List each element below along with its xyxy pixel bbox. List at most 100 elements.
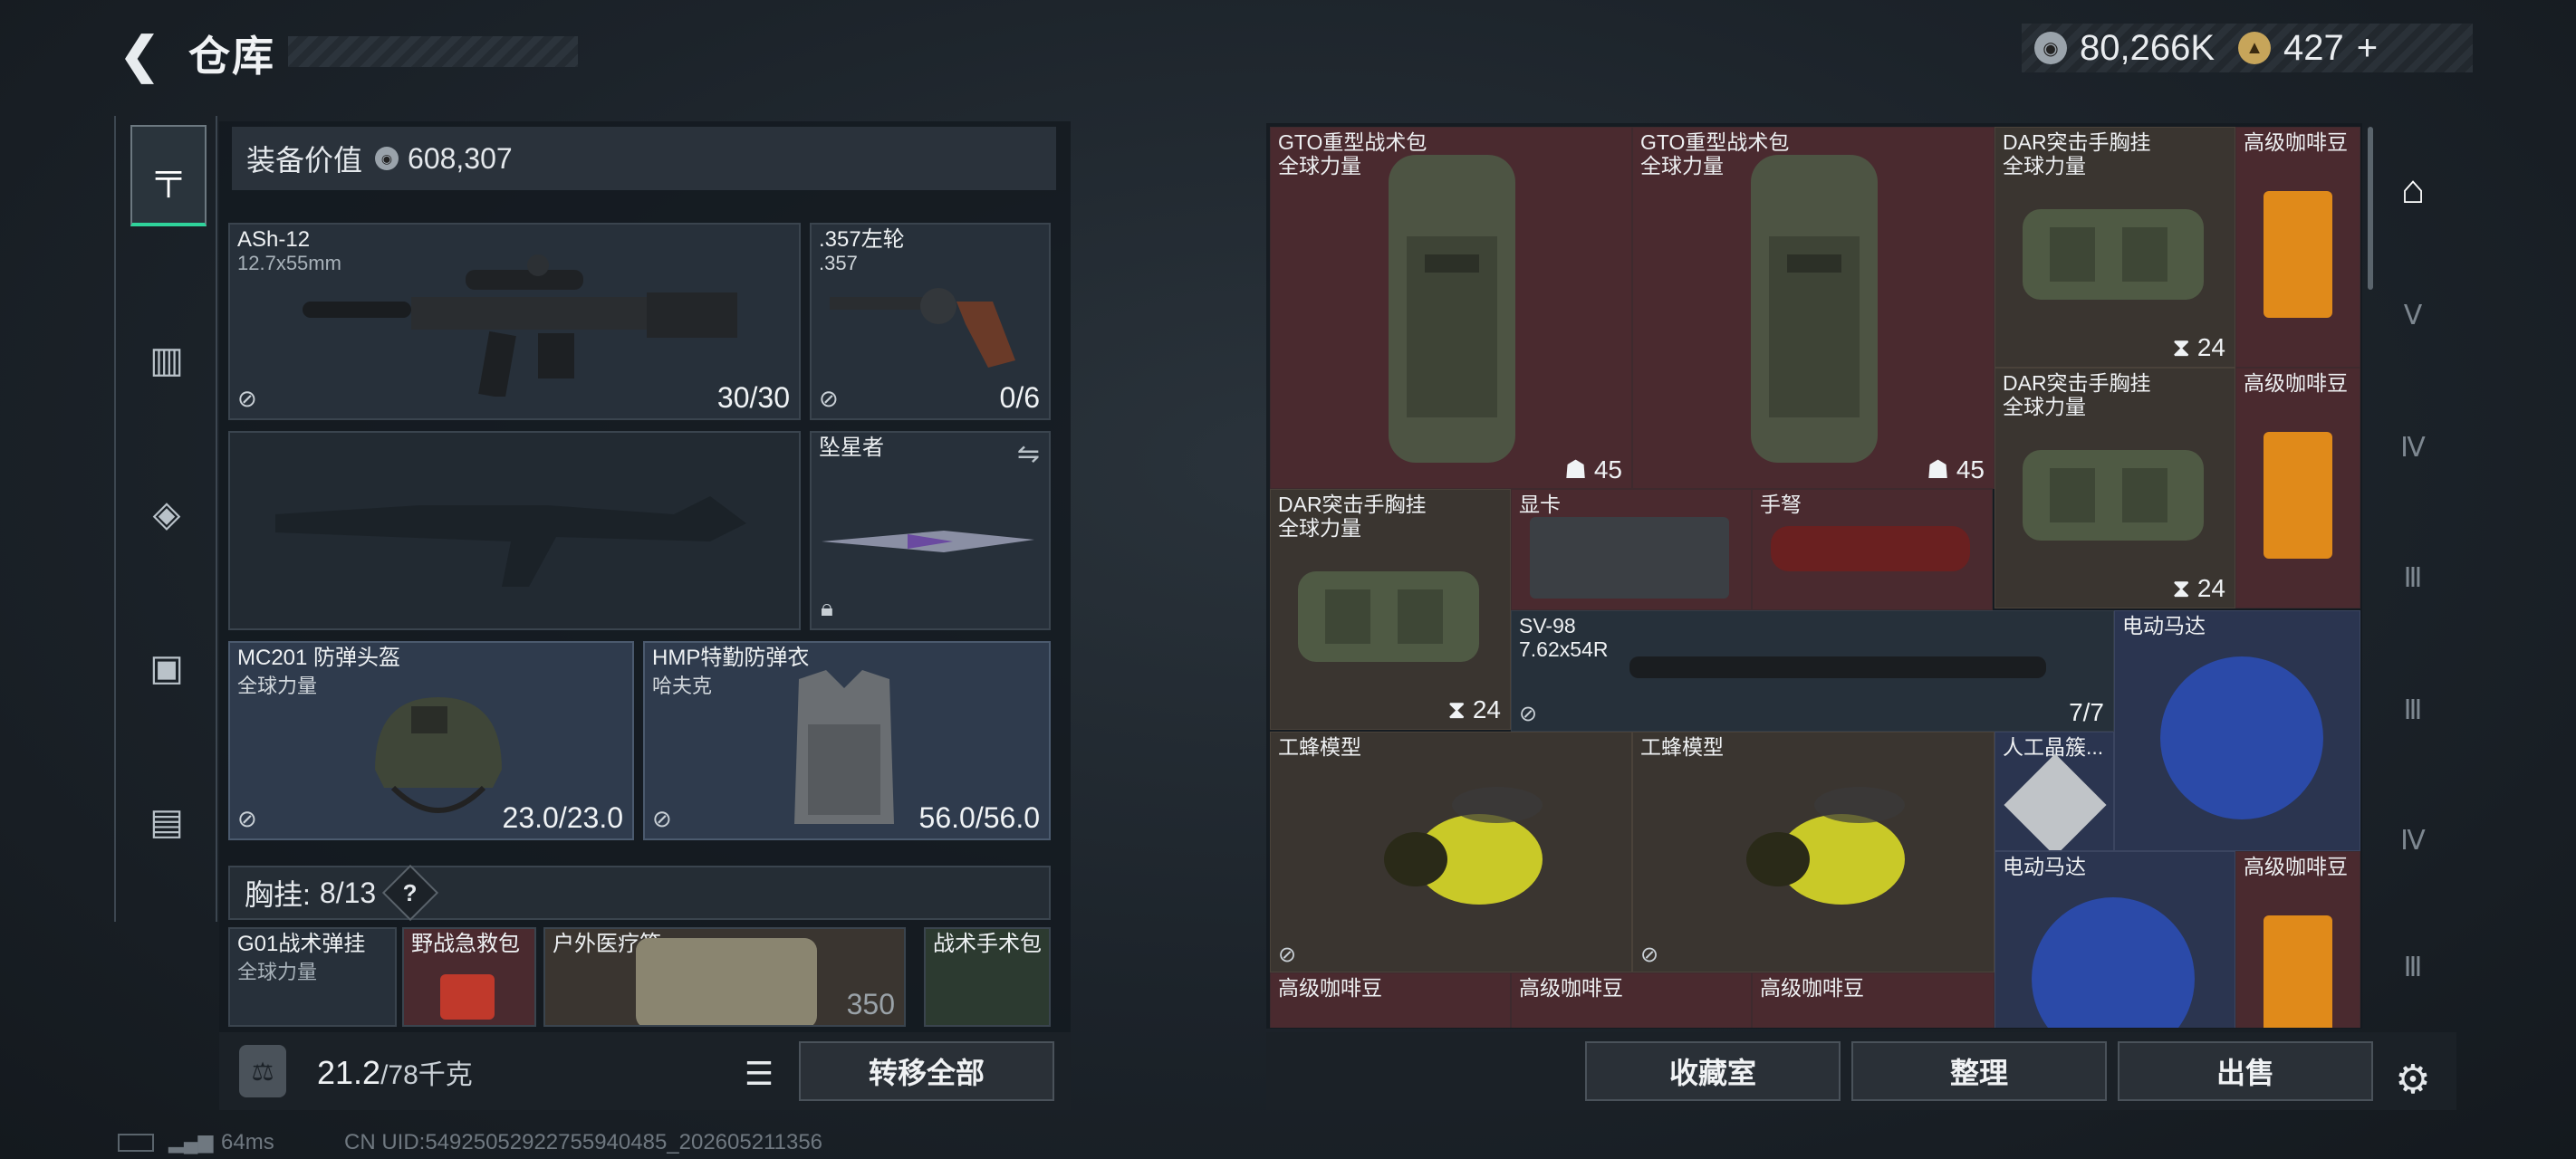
armor-slot[interactable]: HMP特勤防弹衣 哈夫克 ⊘ 56.0/56.0 [643,641,1051,840]
stash-tab-iii[interactable]: Ⅲ [2384,549,2442,607]
item-count: ⧗ 24 [2172,574,2225,602]
item-name: 高级咖啡豆 [2244,855,2348,878]
stash-tab-iv-b[interactable]: Ⅳ [2384,811,2442,869]
rail-case-tab[interactable]: ▣ [130,632,203,704]
stash-item[interactable]: 显卡 [1511,489,1752,610]
ammo-count: 7/7 [2069,698,2104,726]
item-name: 高级咖啡豆 [1760,976,1864,1000]
item-name: 高级咖啡豆 [1278,976,1382,1000]
first-aid-kit-image [440,974,495,1020]
slot-item-faction: 哈夫克 [652,675,713,697]
stash-tabs-rail: ⌂ Ⅴ Ⅳ Ⅲ Ⅲ Ⅳ Ⅲ ⚙ [2366,123,2456,1110]
stash-tab-iii-b[interactable]: Ⅲ [2384,681,2442,739]
knife-image [822,531,1034,552]
stash-item[interactable]: 工蜂模型 ⊘ [1270,732,1632,972]
rig-item[interactable]: 户外医疗箱 350 [543,927,906,1027]
stash-tab-iii-c[interactable]: Ⅲ [2384,938,2442,996]
stash-tab-v[interactable]: Ⅴ [2384,286,2442,344]
crystal-image [2004,753,2107,850]
stash-tab-main[interactable]: ⌂ [2384,161,2442,219]
stash-item[interactable]: GTO重型战术包 全球力量 ☗ 45 [1632,127,1994,489]
battery-icon [118,1134,154,1152]
revolver-image [830,288,1015,368]
stash-item[interactable]: 电动马达 [2114,610,2360,851]
stash-item[interactable]: 高级咖啡豆 [2235,851,2360,1028]
stash-item[interactable]: 高级咖啡豆 [2235,127,2360,368]
item-name: 工蜂模型 [1640,735,1724,759]
sort-button[interactable]: 整理 [1851,1041,2107,1101]
rail-vest-tab[interactable]: ▥ [130,324,203,397]
rig-item[interactable]: G01战术弹挂 全球力量 [228,927,397,1027]
item-faction: 全球力量 [2003,395,2086,418]
stash-item[interactable]: DAR突击手胸挂 全球力量 ⧗ 24 [1270,489,1511,730]
gpu-image [1530,517,1729,599]
stash-item[interactable]: 高级咖啡豆 [2235,368,2360,608]
stash-item[interactable]: GTO重型战术包 全球力量 ☗ 45 [1270,127,1632,489]
gold-amount: 427 [2283,27,2344,68]
silver-amount: 80,266K [2080,27,2216,68]
weight-current: 21.2 [317,1054,381,1091]
back-button[interactable]: ❮ [112,27,167,82]
currency-bar: ◉ 80,266K ▲ 427 + [2022,24,2473,72]
crossbow-image [1771,526,1970,571]
stash-item[interactable]: 人工晶簇... [1994,732,2114,851]
weight-readout: 21.2/78千克 [317,1052,473,1092]
stash-item[interactable]: 高级咖啡豆 [1270,972,1511,1028]
item-name: 手弩 [1760,493,1802,516]
equipment-value: 608,307 [408,141,513,175]
stash-item[interactable]: 电动马达 [1994,851,2235,1028]
melee-slot[interactable]: 坠星者 ⇋ 🔒︎ [810,431,1051,630]
item-count: ☗ 45 [1563,455,1622,484]
rail-toolbox-tab[interactable]: ▤ [130,786,203,858]
ping-readout: 64ms [221,1130,274,1154]
stash-item[interactable]: 高级咖啡豆 [1511,972,1752,1028]
stash-item[interactable]: SV-98 7.62x54R ⊘ 7/7 [1511,610,2114,732]
swap-icon[interactable]: ⇋ [1017,438,1040,470]
item-faction: 全球力量 [1278,154,1361,177]
stash-item[interactable]: DAR突击手胸挂 全球力量 ⧗ 24 [1994,368,2235,608]
rig-item-name: 战术手术包 [933,932,1042,956]
collection-room-button[interactable]: 收藏室 [1585,1041,1841,1101]
rail-backpack-tab[interactable]: ◈ [130,478,203,551]
list-view-button[interactable]: ☰ [732,1050,786,1097]
primary-weapon-slot[interactable]: ASh-12 12.7x55mm ⊘ 30/30 [228,223,801,420]
slot-item-name: MC201 防弹头盔 [237,646,401,670]
helmet-slot[interactable]: MC201 防弹头盔 全球力量 ⊘ 23.0/23.0 [228,641,634,840]
no-insure-icon: ⊘ [819,385,839,412]
transfer-all-button[interactable]: 转移全部 [799,1041,1054,1101]
motor-image [2032,897,2195,1028]
sidearm-slot[interactable]: .357左轮 .357 ⊘ 0/6 [810,223,1051,420]
rig-item[interactable]: 野战急救包 [402,927,536,1027]
stash-item[interactable]: 高级咖啡豆 [1752,972,1994,1028]
tier-iv-icon: Ⅳ [2400,825,2426,856]
rig-item-count: 350 [846,988,895,1020]
slot-item-faction: 全球力量 [237,675,318,697]
silver-coin-icon: ◉ [2034,32,2067,64]
tier-iv-icon: Ⅳ [2400,432,2426,463]
item-count: ⧗ 24 [1447,695,1501,723]
help-button[interactable]: ? [382,864,439,922]
equipment-value-bar: 装备价值 ◉ 608,307 [232,127,1056,190]
chest-rig-image [1298,571,1479,662]
no-insure-icon: ⊘ [1519,702,1538,726]
item-count: ⧗ 24 [2172,333,2225,361]
durability: 23.0/23.0 [502,801,623,834]
equipment-value-label: 装备价值 [246,144,363,177]
add-currency-button[interactable]: + [2357,28,2378,69]
stash-item[interactable]: 工蜂模型 ⊘ [1632,732,1994,972]
stash-item[interactable]: 手弩 [1752,489,1993,610]
item-name: 高级咖啡豆 [2244,130,2348,154]
ammo-count: 0/6 [999,381,1040,414]
stash-item[interactable]: DAR突击手胸挂 全球力量 ⧗ 24 [1994,127,2235,368]
coffee-bag-image [2264,915,2332,1028]
backpack-image [1751,155,1878,463]
secondary-weapon-slot[interactable] [228,431,801,630]
sell-button[interactable]: 出售 [2118,1041,2373,1101]
stash-tab-iv[interactable]: Ⅳ [2384,418,2442,476]
rig-item[interactable]: 战术手术包 [924,927,1051,1027]
sniper-rifle-image [1629,656,2046,678]
tier-v-icon: Ⅴ [2403,300,2423,330]
settings-button[interactable]: ⚙ [2384,1050,2442,1108]
stash-grid: GTO重型战术包 全球力量 ☗ 45 GTO重型战术包 全球力量 ☗ 45 DA… [1270,127,2360,1028]
rail-weapons-tab[interactable]: ╤ [130,125,207,226]
